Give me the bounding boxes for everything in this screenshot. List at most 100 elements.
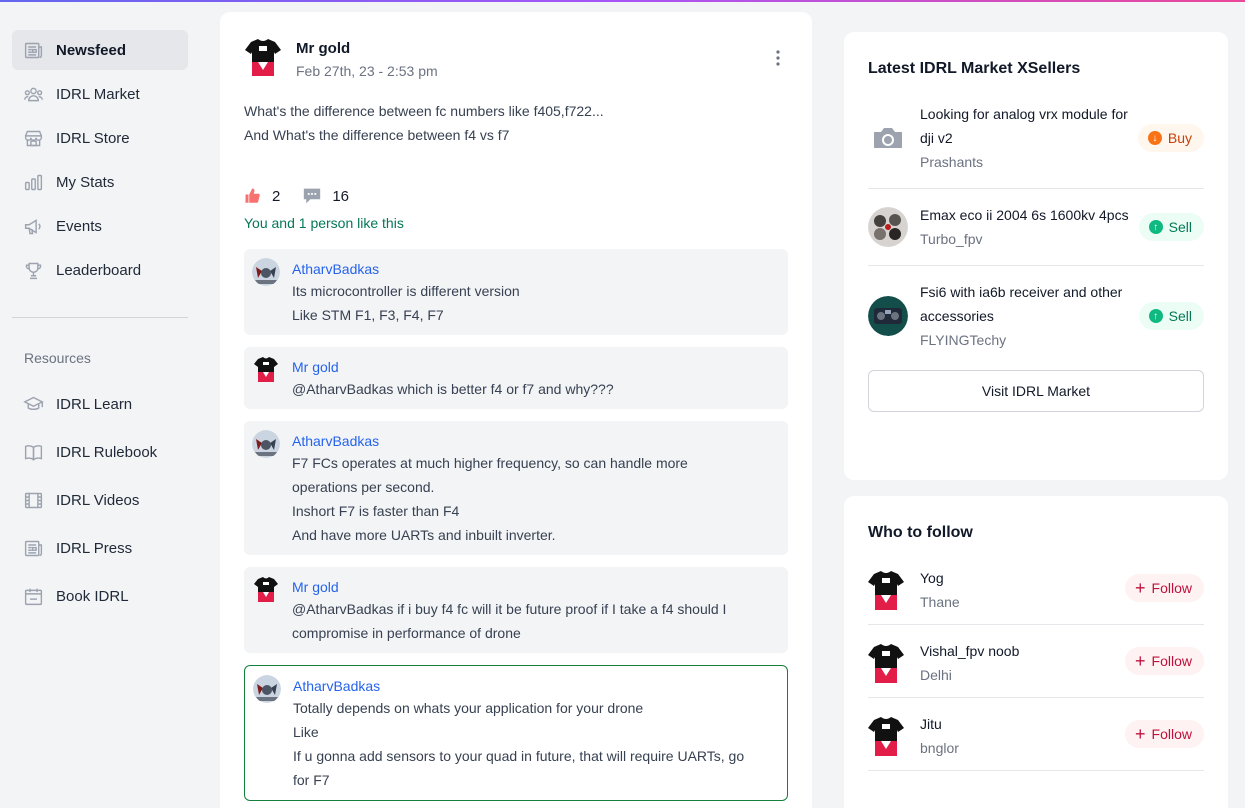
- sidebar-item-newsfeed[interactable]: Newsfeed: [12, 30, 188, 70]
- comment-text-line: And have more UARTs and inbuilt inverter…: [292, 527, 556, 543]
- comment-text-line: F7 FCs operates at much higher frequency…: [292, 455, 688, 471]
- badge-label: Buy: [1167, 130, 1192, 146]
- listing-title: Emax eco ii 2004 6s 1600kv 4pcs: [920, 207, 1129, 223]
- sidebar-item-label: Book IDRL: [56, 587, 129, 605]
- badge-label: Sell: [1168, 308, 1192, 324]
- trophy-icon: [22, 259, 44, 281]
- sidebar-divider: [12, 317, 188, 318]
- newspaper-icon: [22, 39, 44, 61]
- post-timestamp: Feb 27th, 23 - 2:53 pm: [296, 63, 438, 79]
- camera-icon: [868, 118, 908, 158]
- avatar[interactable]: [868, 641, 904, 685]
- reactions-bar: 2 16: [244, 187, 788, 205]
- comment-text-line: Like: [293, 724, 319, 740]
- suggestion-name[interactable]: Jitu: [920, 712, 1130, 736]
- comment-text-line: @AtharvBadkas if i buy f4 fc will it be …: [292, 601, 727, 617]
- comment-text-line: Its microcontroller is different version: [292, 283, 520, 299]
- follow-button[interactable]: + Follow: [1125, 647, 1204, 675]
- sidebar-item-leaderboard[interactable]: Leaderboard: [12, 250, 188, 290]
- comment-text-line: If u gonna add sensors to your quad in f…: [293, 748, 745, 764]
- avatar[interactable]: [244, 36, 282, 78]
- store-icon: [22, 127, 44, 149]
- like-count: 2: [272, 187, 281, 205]
- post-body: What's the difference between fc numbers…: [244, 99, 788, 147]
- sidebar-item-label: IDRL Videos: [56, 491, 140, 509]
- follow-button[interactable]: + Follow: [1125, 574, 1204, 602]
- listing-seller: Prashants: [920, 154, 984, 170]
- newspaper-icon: [22, 537, 44, 559]
- who-to-follow-title: Who to follow: [868, 524, 973, 541]
- comment-icon: [304, 188, 321, 204]
- sidebar: Newsfeed IDRL Market IDRL Store My Stats…: [12, 30, 188, 620]
- plus-icon: +: [1135, 724, 1146, 744]
- post-text-line: And What's the difference between f4 vs …: [244, 127, 510, 143]
- book-open-icon: [22, 441, 44, 463]
- avatar[interactable]: [252, 258, 280, 286]
- likes-summary[interactable]: You and 1 person like this: [244, 215, 788, 231]
- thumbs-up-icon: [245, 188, 260, 203]
- sidebar-item-label: Leaderboard: [56, 261, 142, 279]
- like-button[interactable]: 2: [244, 187, 280, 205]
- comment-author[interactable]: Mr gold: [292, 577, 776, 597]
- comment-count: 16: [332, 187, 350, 205]
- follow-label: Follow: [1151, 653, 1192, 669]
- comment-text-line: Totally depends on whats your applicatio…: [293, 700, 644, 716]
- buy-badge[interactable]: ↓ Buy: [1137, 124, 1204, 152]
- sell-badge[interactable]: ↑ Sell: [1138, 213, 1204, 241]
- sidebar-item-label: IDRL Market: [56, 85, 140, 103]
- comment: AtharvBadkas F7 FCs operates at much hig…: [244, 421, 788, 555]
- suggestion-name[interactable]: Yog: [920, 566, 1130, 590]
- comment-author[interactable]: AtharvBadkas: [293, 676, 775, 696]
- comment-text-line: compromise in performance of drone: [292, 625, 521, 641]
- comment-button[interactable]: 16: [302, 187, 349, 205]
- visit-market-button[interactable]: Visit IDRL Market: [868, 370, 1204, 412]
- market-listing[interactable]: Emax eco ii 2004 6s 1600kv 4pcs Turbo_fp…: [868, 189, 1204, 266]
- follow-button[interactable]: + Follow: [1125, 720, 1204, 748]
- comment: Mr gold @AtharvBadkas if i buy f4 fc wil…: [244, 567, 788, 653]
- sidebar-item-idrl-market[interactable]: IDRL Market: [12, 74, 188, 114]
- post-card: Mr gold Feb 27th, 23 - 2:53 pm What's th…: [220, 12, 812, 808]
- comment: AtharvBadkas Its microcontroller is diff…: [244, 249, 788, 335]
- post-header: Mr gold Feb 27th, 23 - 2:53 pm: [244, 36, 788, 79]
- comment-author[interactable]: Mr gold: [292, 357, 776, 377]
- listing-thumbnail: [868, 207, 908, 247]
- post-author[interactable]: Mr gold: [296, 40, 438, 57]
- listing-title: Fsi6 with ia6b receiver and other access…: [920, 284, 1123, 324]
- sidebar-item-label: Newsfeed: [56, 41, 127, 59]
- top-accent-bar: [0, 0, 1245, 2]
- avatar[interactable]: [254, 355, 278, 383]
- comment-author[interactable]: AtharvBadkas: [292, 431, 776, 451]
- sidebar-item-idrl-rulebook[interactable]: IDRL Rulebook: [12, 428, 188, 476]
- avatar[interactable]: [868, 568, 904, 612]
- avatar[interactable]: [253, 675, 281, 703]
- market-listing[interactable]: Looking for analog vrx module for dji v2…: [868, 88, 1204, 189]
- sidebar-item-label: Events: [56, 217, 102, 235]
- users-icon: [22, 83, 44, 105]
- sidebar-item-events[interactable]: Events: [12, 206, 188, 246]
- arrow-up-icon: ↑: [1148, 309, 1163, 323]
- sidebar-item-idrl-store[interactable]: IDRL Store: [12, 118, 188, 158]
- avatar[interactable]: [254, 575, 278, 603]
- avatar[interactable]: [868, 714, 904, 758]
- suggestion-name[interactable]: Vishal_fpv noob: [920, 639, 1130, 663]
- bar-chart-icon: [22, 171, 44, 193]
- sidebar-item-idrl-videos[interactable]: IDRL Videos: [12, 476, 188, 524]
- market-listing[interactable]: Fsi6 with ia6b receiver and other access…: [868, 266, 1204, 366]
- avatar[interactable]: [252, 430, 280, 458]
- comment-text-line: for F7: [293, 772, 330, 788]
- who-to-follow-card: Who to follow Yog Thane + Follow Vishal_…: [844, 496, 1228, 808]
- listing-title: Looking for analog vrx module for dji v2: [920, 106, 1128, 146]
- sidebar-item-my-stats[interactable]: My Stats: [12, 162, 188, 202]
- sidebar-item-book-idrl[interactable]: Book IDRL: [12, 572, 188, 620]
- sidebar-item-idrl-press[interactable]: IDRL Press: [12, 524, 188, 572]
- comment-text-line: operations per second.: [292, 479, 435, 495]
- plus-icon: +: [1135, 578, 1146, 598]
- more-options-icon[interactable]: [768, 48, 788, 68]
- sell-badge[interactable]: ↑ Sell: [1138, 302, 1204, 330]
- graduation-cap-icon: [22, 393, 44, 415]
- market-card-title: Latest IDRL Market XSellers: [868, 60, 1081, 77]
- sidebar-item-idrl-learn[interactable]: IDRL Learn: [12, 380, 188, 428]
- badge-label: Sell: [1168, 219, 1192, 235]
- follow-suggestion: Yog Thane + Follow: [868, 552, 1204, 625]
- comment-author[interactable]: AtharvBadkas: [292, 259, 776, 279]
